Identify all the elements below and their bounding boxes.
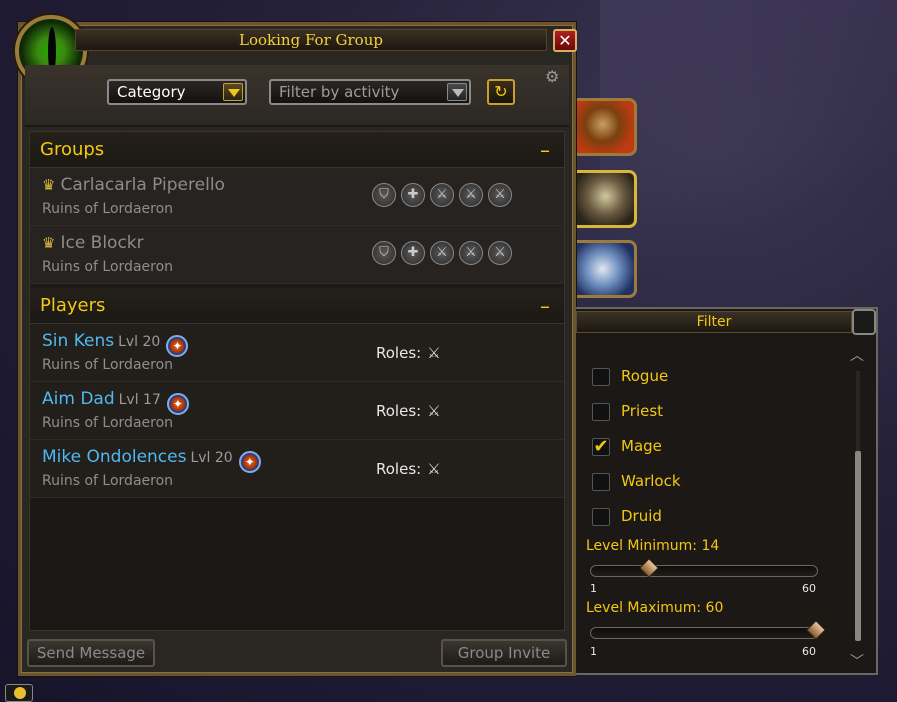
scroll-up-icon[interactable]: ︿	[850, 345, 864, 365]
group-location: Ruins of Lordaeron	[42, 259, 174, 275]
class-badge-icon: ✦	[166, 393, 189, 415]
slider-min-tick: 1	[590, 582, 597, 595]
player-name: Mike Ondolences	[42, 447, 187, 467]
class-label: Rogue	[621, 367, 669, 385]
lfg-window: Looking For Group ✕ Category Filter by a…	[15, 15, 577, 676]
groups-section-header[interactable]: Groups –	[30, 132, 564, 168]
scrollbar-thumb[interactable]	[855, 451, 861, 641]
player-level: Lvl 20	[190, 450, 233, 466]
player-location: Ruins of Lordaeron	[42, 473, 174, 489]
class-label: Priest	[621, 402, 664, 420]
mage-checkbox[interactable]: ✔	[592, 438, 610, 456]
crown-icon: ♛	[42, 234, 56, 252]
slider-thumb[interactable]	[806, 620, 826, 640]
category-dropdown-label: Category	[117, 83, 186, 101]
dps-role-icon: ⚔	[488, 183, 512, 207]
groups-collapse-button[interactable]: –	[540, 132, 550, 168]
toolbar: Category Filter by activity ↻ ⚙	[25, 65, 569, 127]
chevron-down-icon	[223, 83, 243, 101]
filter-panel: Filter Rogue Priest ✔ Mage Warlock Druid…	[576, 307, 878, 675]
player-location: Ruins of Lordaeron	[42, 357, 174, 373]
druid-checkbox[interactable]	[592, 508, 610, 526]
window-title: Looking For Group	[75, 29, 547, 51]
roles-label: Roles:	[376, 344, 422, 362]
tank-role-icon: ⛉	[372, 183, 396, 207]
side-portrait-creature[interactable]	[577, 240, 637, 298]
group-invite-button[interactable]: Group Invite	[441, 639, 567, 667]
side-portrait-warrior[interactable]	[577, 98, 637, 156]
roles-label: Roles:	[376, 402, 422, 420]
group-row[interactable]: ♛ Ice Blockr Ruins of Lordaeron ⛉ ✚ ⚔ ⚔ ⚔	[30, 226, 564, 284]
dps-role-icon: ⚔	[459, 241, 483, 265]
group-row[interactable]: ♛ Carlacarla Piperello Ruins of Lordaeron…	[30, 168, 564, 226]
player-level: Lvl 17	[118, 392, 161, 408]
player-row[interactable]: Aim Dad Lvl 17 ✦ Ruins of Lordaeron Roles:…	[30, 382, 564, 440]
players-section-header[interactable]: Players –	[30, 288, 564, 324]
activity-filter-placeholder: Filter by activity	[279, 83, 400, 101]
filter-close-button[interactable]	[852, 309, 876, 335]
role-slots: ⛉ ✚ ⚔ ⚔ ⚔	[372, 241, 517, 265]
players-heading: Players	[40, 295, 106, 316]
healer-role-icon: ✚	[401, 241, 425, 265]
player-level: Lvl 20	[118, 334, 161, 350]
slider-max-tick: 60	[802, 582, 816, 595]
tank-role-icon: ⛉	[372, 241, 396, 265]
background-decoration	[600, 0, 897, 300]
close-button[interactable]: ✕	[553, 29, 577, 52]
level-maximum-label: Level Maximum: 60	[586, 600, 724, 616]
priest-checkbox[interactable]	[592, 403, 610, 421]
level-minimum-label: Level Minimum: 14	[586, 538, 720, 554]
gear-icon[interactable]: ⚙	[545, 67, 559, 86]
roles-label: Roles:	[376, 460, 422, 478]
level-minimum-slider[interactable]	[590, 558, 818, 578]
class-badge-icon: ✦	[166, 335, 189, 357]
player-row[interactable]: Mike Ondolences Lvl 20 ✦ Ruins of Lordaero…	[30, 440, 564, 498]
category-dropdown[interactable]: Category	[107, 79, 247, 105]
filter-title: Filter	[576, 311, 852, 333]
slider-min-tick: 1	[590, 645, 597, 658]
class-label: Mage	[621, 437, 662, 455]
player-name: Aim Dad	[42, 389, 115, 409]
healer-role-icon: ✚	[401, 183, 425, 207]
scroll-down-icon[interactable]: ﹀	[850, 651, 864, 671]
dps-role-icon: ⚔	[430, 241, 454, 265]
results-list: Groups – ♛ Carlacarla Piperello Ruins of …	[29, 131, 565, 631]
group-leader-name: Carlacarla Piperello	[60, 175, 225, 195]
crown-icon: ♛	[42, 176, 56, 194]
class-label: Warlock	[621, 472, 681, 490]
send-message-button[interactable]: Send Message	[27, 639, 155, 667]
side-portrait-paladin[interactable]	[577, 170, 637, 228]
dps-role-icon: ⚔	[427, 402, 441, 420]
dps-role-icon: ⚔	[430, 183, 454, 207]
rogue-checkbox[interactable]	[592, 368, 610, 386]
social-icon[interactable]	[5, 684, 33, 702]
player-location: Ruins of Lordaeron	[42, 415, 174, 431]
group-leader-name: Ice Blockr	[60, 233, 144, 253]
dps-role-icon: ⚔	[427, 344, 441, 362]
warlock-checkbox[interactable]	[592, 473, 610, 491]
level-maximum-slider[interactable]	[590, 620, 826, 640]
activity-filter-dropdown[interactable]: Filter by activity	[269, 79, 471, 105]
player-row[interactable]: Sin Kens Lvl 20 ✦ Ruins of Lordaeron Roles…	[30, 324, 564, 382]
refresh-button[interactable]: ↻	[487, 79, 515, 105]
dps-role-icon: ⚔	[427, 460, 441, 478]
groups-heading: Groups	[40, 139, 105, 160]
chevron-down-icon	[447, 83, 467, 101]
group-location: Ruins of Lordaeron	[42, 201, 174, 217]
players-collapse-button[interactable]: –	[540, 288, 550, 324]
player-name: Sin Kens	[42, 331, 115, 351]
slider-max-tick: 60	[802, 645, 816, 658]
dps-role-icon: ⚔	[459, 183, 483, 207]
slider-thumb[interactable]	[639, 558, 660, 578]
class-badge-icon: ✦	[238, 451, 261, 473]
class-label: Druid	[621, 507, 662, 525]
role-slots: ⛉ ✚ ⚔ ⚔ ⚔	[372, 183, 517, 207]
dps-role-icon: ⚔	[488, 241, 512, 265]
